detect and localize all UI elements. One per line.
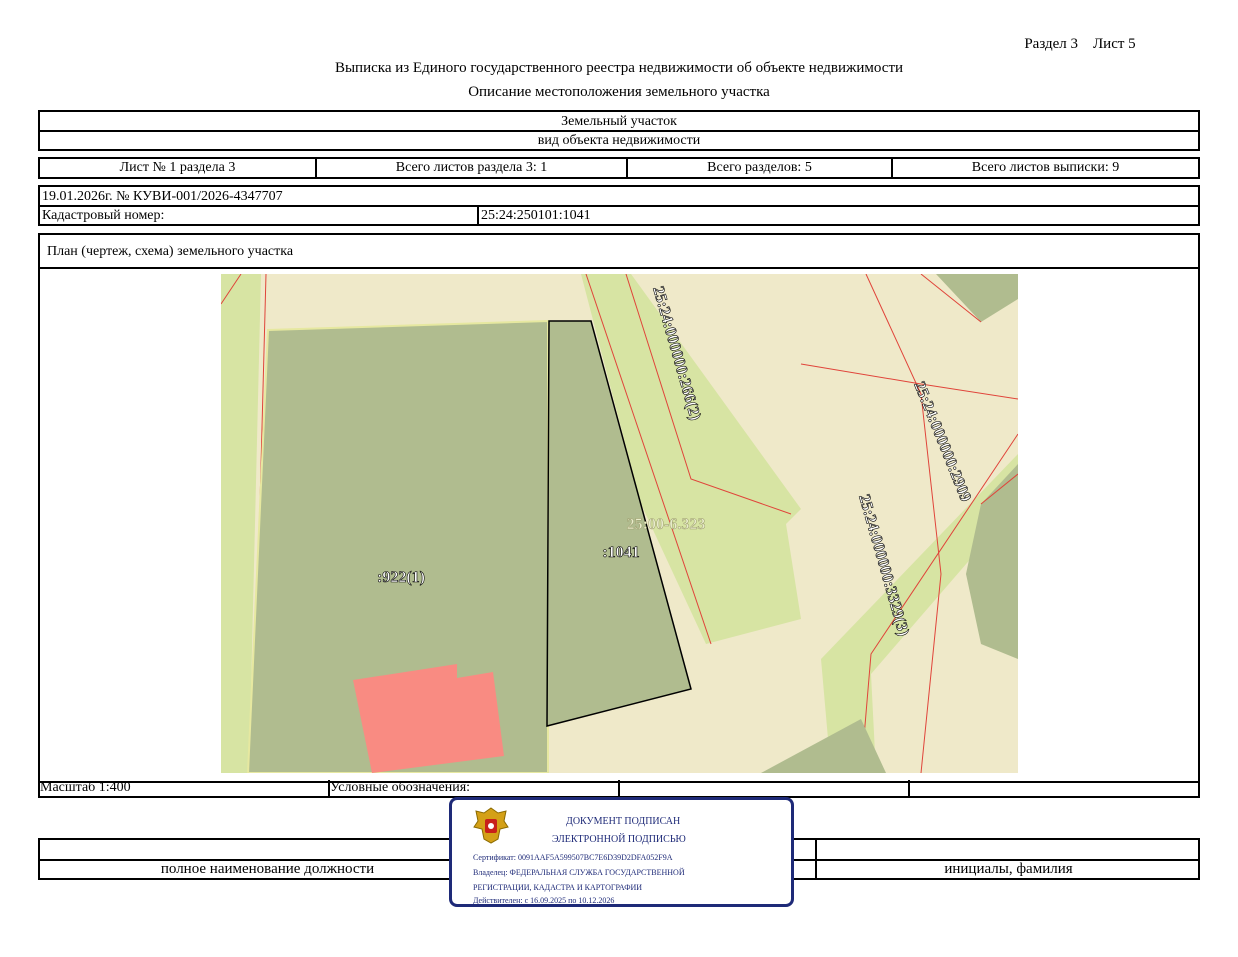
- object-type-box: Земельный участок вид объекта недвижимос…: [38, 110, 1200, 151]
- total-extract-sheets: Всего листов выписки: 9: [971, 160, 1120, 175]
- cadastral-map: :922(1) :1041 25:00-6.323 25:24:000000:2…: [221, 274, 1018, 773]
- date-number: 19.01.2026г. № КУВИ-001/2026-4347707: [42, 189, 283, 204]
- legend-cell-2: [910, 780, 1198, 796]
- stamp-line-1: ДОКУМЕНТ ПОДПИСАН: [566, 816, 681, 827]
- building: [353, 664, 504, 773]
- label-parcel-1041: :1041: [602, 544, 639, 561]
- label-zone: 25:00-6.323: [627, 516, 706, 533]
- name-caption: инициалы, фамилия: [944, 861, 1073, 877]
- stamp-line-2: ЭЛЕКТРОННОЙ ПОДПИСЬЮ: [552, 834, 686, 845]
- document-title: Выписка из Единого государственного реес…: [334, 60, 904, 76]
- object-type-caption: вид объекта недвижимости: [537, 133, 701, 148]
- sheet-info-row: Лист № 1 раздела 3 Всего листов раздела …: [38, 157, 1200, 179]
- stamp-owner-1: Владелец: ФЕДЕРАЛЬНАЯ СЛУЖБА ГОСУДАРСТВЕ…: [473, 868, 685, 877]
- cadastral-label: Кадастровый номер:: [42, 208, 165, 223]
- position-caption: полное наименование должности: [160, 861, 375, 877]
- electronic-signature-stamp: ДОКУМЕНТ ПОДПИСАН ЭЛЕКТРОННОЙ ПОДПИСЬЮ С…: [449, 797, 794, 907]
- label-parcel-922: :922(1): [377, 569, 425, 586]
- doc-info-box: 19.01.2026г. № КУВИ-001/2026-4347707 Кад…: [38, 185, 1200, 226]
- section-sheet: Раздел 3 Лист 5: [1024, 36, 1136, 52]
- document-subtitle: Описание местоположения земельного участ…: [468, 84, 770, 100]
- total-sections: Всего разделов: 5: [628, 159, 893, 177]
- stamp-valid: Действителен: с 16.09.2025 по 10.12.2026: [473, 896, 615, 905]
- sheet-number: Лист № 1 раздела 3: [40, 159, 317, 177]
- coat-of-arms-icon: [473, 807, 509, 844]
- legend-cell-1: [620, 780, 910, 796]
- scale: Масштаб 1:400: [40, 780, 330, 796]
- plan-title: План (чертеж, схема) земельного участка: [47, 244, 294, 259]
- legend-label: Условные обозначения:: [330, 780, 620, 796]
- stamp-certificate: Сертификат: 0091AAF5A599507BC7E6D39D2DFA…: [473, 853, 673, 862]
- object-type: Земельный участок: [561, 114, 677, 129]
- stamp-owner-2: РЕГИСТРАЦИИ, КАДАСТРА И КАРТОГРАФИИ: [473, 883, 643, 892]
- cadastral-number: 25:24:250101:1041: [481, 208, 591, 223]
- total-section-sheets: Всего листов раздела 3: 1: [317, 159, 628, 177]
- scale-row: Масштаб 1:400 Условные обозначения:: [38, 780, 1200, 798]
